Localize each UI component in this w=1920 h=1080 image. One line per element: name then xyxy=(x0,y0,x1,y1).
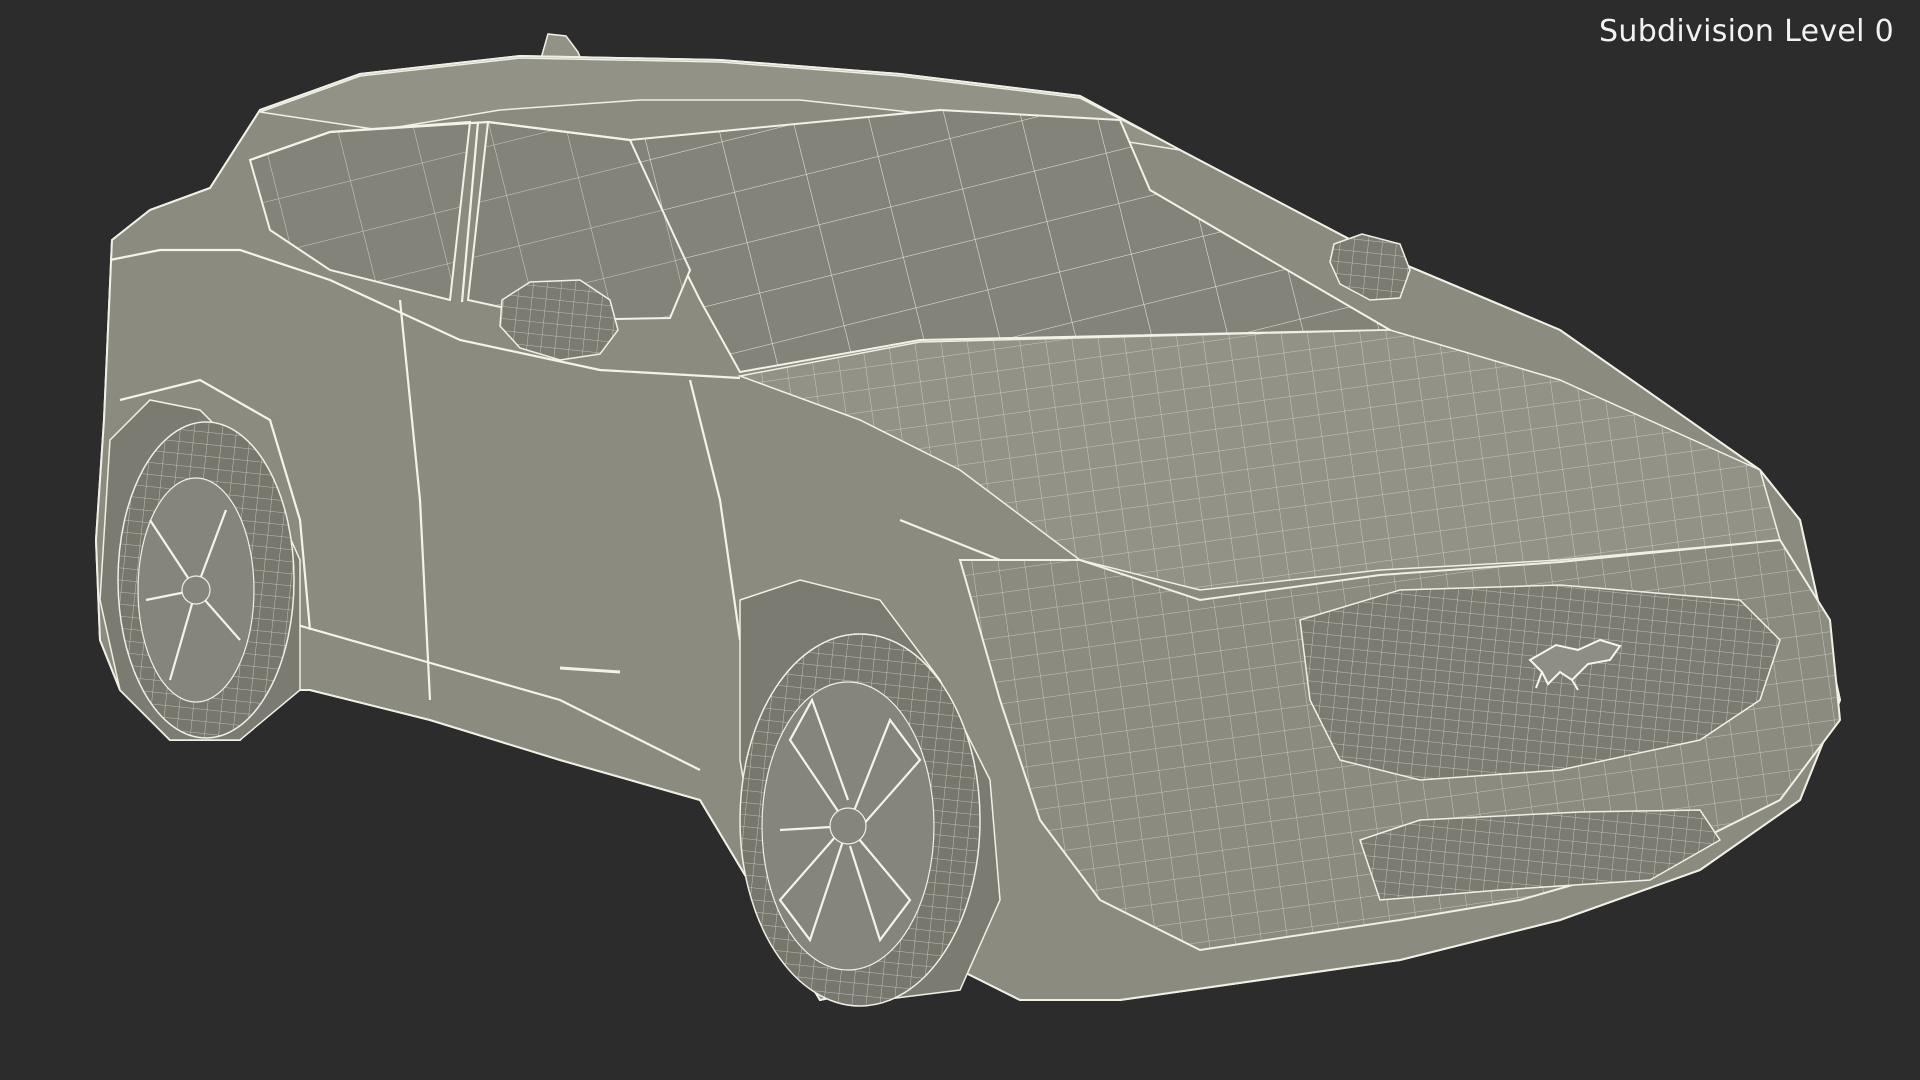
rear-hub xyxy=(181,575,211,605)
render-viewport xyxy=(0,0,1920,1080)
car-wireframe-render xyxy=(94,33,1842,1007)
front-hub xyxy=(829,807,867,845)
subdivision-level-label: Subdivision Level 0 xyxy=(1599,14,1894,49)
